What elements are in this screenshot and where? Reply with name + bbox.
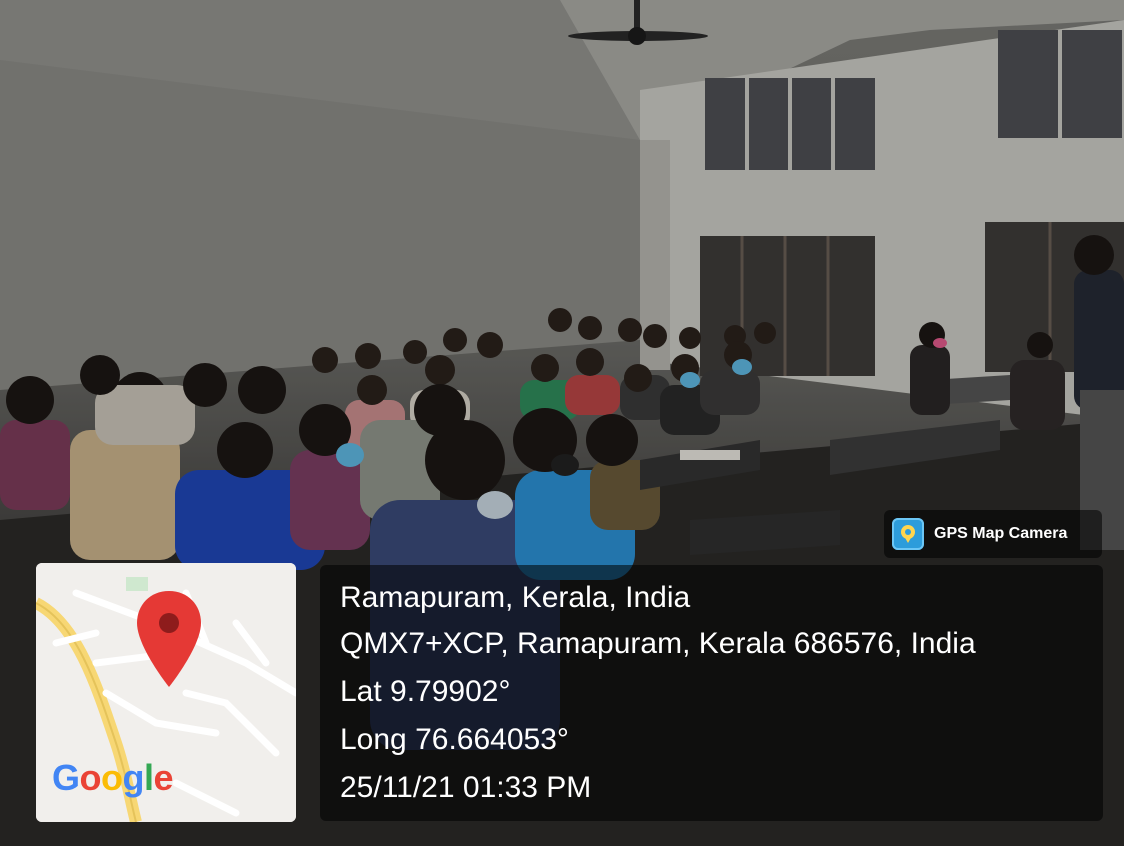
address: QMX7+XCP, Ramapuram, Kerala 686576, Indi… xyxy=(340,627,976,660)
location-info-panel: Ramapuram, Kerala, India QMX7+XCP, Ramap… xyxy=(320,565,1103,821)
latitude: Lat 9.79902° xyxy=(340,675,511,708)
longitude: Long 76.664053° xyxy=(340,723,569,756)
place-name: Ramapuram, Kerala, India xyxy=(340,581,691,614)
google-logo: Google xyxy=(52,757,174,798)
gps-map-camera-badge: GPS Map Camera xyxy=(884,510,1102,558)
datetime: 25/11/21 01:33 PM xyxy=(340,771,592,804)
map-thumbnail: Google xyxy=(36,563,296,822)
location-pin-icon xyxy=(137,591,201,687)
app-name: GPS Map Camera xyxy=(934,525,1068,542)
map-pin-camera-icon xyxy=(892,518,924,550)
